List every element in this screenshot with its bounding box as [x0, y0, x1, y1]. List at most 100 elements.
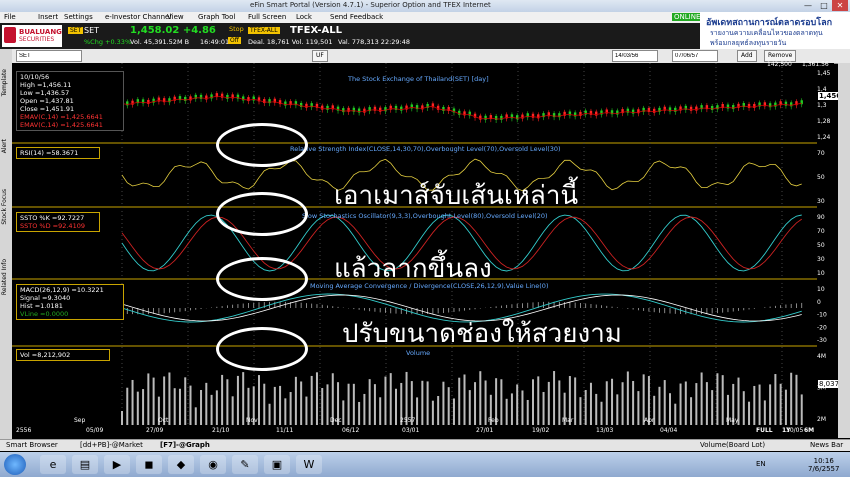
word-icon[interactable]: W	[296, 455, 322, 474]
ie-icon[interactable]: e	[40, 455, 66, 474]
y-tick-label: 30	[817, 256, 825, 263]
volume-bar	[126, 387, 129, 425]
off-badge: Off	[228, 37, 241, 44]
volume-bar	[716, 373, 719, 425]
volume-bar	[705, 382, 708, 425]
volume-bar	[426, 381, 429, 425]
volume-bar	[342, 400, 345, 425]
media-icon[interactable]: ▶	[104, 455, 130, 474]
volume-bar	[542, 391, 545, 425]
volume-bar	[637, 391, 640, 425]
volume-bar	[147, 373, 150, 425]
volume-bar	[215, 390, 218, 425]
volume-bar	[431, 400, 434, 425]
volume-bar	[474, 382, 477, 425]
menu-settings[interactable]: Settings	[64, 13, 93, 21]
volume-bar	[142, 389, 145, 425]
news-bar-toggle[interactable]: News Bar	[810, 441, 843, 449]
y-tick-label: 1,24	[817, 134, 831, 141]
deal-info: Deal. 18,761 Vol. 119,501	[248, 38, 333, 46]
volume-bar	[152, 377, 155, 425]
menu-file[interactable]: File	[4, 13, 16, 21]
volume-bar	[294, 376, 297, 425]
volume-bar	[384, 376, 387, 425]
uf-button[interactable]: UF	[312, 50, 328, 62]
volume-bar	[136, 391, 139, 425]
volume-bar	[684, 381, 687, 425]
volume-bar	[790, 372, 793, 425]
menu-e-investor[interactable]: e-Investor Channel	[105, 13, 171, 21]
volume-bar	[658, 386, 661, 425]
volume-bar	[321, 388, 324, 425]
volume-bar	[758, 384, 761, 425]
chrome-icon[interactable]: ◉	[200, 455, 226, 474]
overlay-line-3: ปรับขนาดช่องให้สวยงาม	[342, 319, 622, 349]
volume-bar	[600, 401, 603, 425]
set-badge[interactable]: SET	[68, 27, 84, 34]
menu-send-feedback[interactable]: Send Feedback	[330, 13, 383, 21]
side-tab-related-info[interactable]: Related Info	[1, 259, 11, 295]
menu-graph-tool[interactable]: Graph Tool	[198, 13, 235, 21]
highlight-circle-ssto	[216, 192, 308, 236]
volume-bar	[584, 389, 587, 425]
volume-bar	[379, 397, 382, 425]
volume-bar	[748, 401, 751, 425]
menu-view[interactable]: View	[167, 13, 184, 21]
maximize-button[interactable]: □	[816, 0, 832, 11]
volume-bar	[389, 373, 392, 425]
side-tab-alert[interactable]: Alert	[1, 139, 11, 153]
volume-bar	[589, 382, 592, 425]
volume-bar	[621, 382, 624, 425]
menu-insert[interactable]: Insert	[38, 13, 58, 21]
line-icon[interactable]: ◼	[136, 455, 162, 474]
ad-banner[interactable]: อัพเดทสถานการณ์ตลาดรอบโลก รายงานความเคลื…	[700, 12, 850, 49]
start-button[interactable]	[4, 454, 26, 475]
period-1y[interactable]: 1Y	[782, 427, 791, 434]
tab-smart-browser[interactable]: Smart Browser	[6, 441, 58, 449]
chart-area[interactable]: 1,45 1,4 1,3 1,28 1,24 70 50 30 90 70 50 30 10 10 0 -10…	[12, 61, 843, 438]
volume-infobox: Vol =8,212,902	[16, 349, 110, 361]
volume-bar	[479, 371, 482, 425]
period-full[interactable]: FULL	[756, 427, 773, 434]
y-tick-label: -30	[817, 337, 827, 344]
date-to-input[interactable]	[672, 50, 718, 62]
tfex-badge[interactable]: TFEX-ALL	[248, 27, 280, 34]
price-infobox: 10/10/56 High =1,456.11 Low =1,436.57 Op…	[16, 71, 124, 131]
volume-bar	[611, 378, 614, 425]
side-tab-template[interactable]: Template	[1, 69, 11, 96]
period-6m[interactable]: 6M	[804, 427, 814, 434]
volume-bar	[226, 379, 229, 425]
volume-bar	[416, 397, 419, 425]
photos-icon[interactable]: ▣	[264, 455, 290, 474]
paint-icon[interactable]: ✎	[232, 455, 258, 474]
timeline-bar[interactable]: 2556 05/09 Sep 27/09 Oct 21/10 11/11 Nov…	[12, 417, 838, 438]
language-indicator[interactable]: EN	[756, 460, 766, 468]
volume-mode[interactable]: Volume(Board Lot)	[700, 441, 765, 449]
tab-graph[interactable]: [F7]-@Graph	[160, 441, 210, 449]
y-tick-label: 70	[817, 150, 825, 157]
volume-bar	[284, 398, 287, 425]
date-from-input[interactable]	[612, 50, 658, 62]
volume-bar	[300, 381, 303, 425]
tab-market[interactable]: [dd+PB]-@Market	[80, 441, 143, 449]
add-button[interactable]: Add	[737, 50, 757, 62]
menu-full-screen[interactable]: Full Screen	[248, 13, 286, 21]
volume-bar	[189, 385, 192, 425]
app-icon[interactable]: ◆	[168, 455, 194, 474]
system-clock[interactable]: 10:16 7/6/2557	[808, 457, 839, 473]
symbol-input[interactable]	[16, 50, 82, 62]
price-pane-title: The Stock Exchange of Thailand(SET) [day…	[348, 75, 489, 83]
vertical-scrollbar[interactable]	[838, 63, 850, 438]
volume-bar	[315, 372, 318, 425]
volume-bar	[279, 385, 282, 425]
folder-icon[interactable]: ▤	[72, 455, 98, 474]
highlight-circle-macd	[216, 257, 308, 301]
y-tick-label: 30	[817, 198, 825, 205]
set-volume: Vol. 45,391.52M B	[130, 38, 190, 46]
minimize-button[interactable]: —	[800, 0, 816, 11]
menu-lock[interactable]: Lock	[296, 13, 312, 21]
side-tab-stock-focus[interactable]: Stock Focus	[1, 189, 11, 225]
set-time: 16:49:01	[200, 38, 230, 46]
close-button[interactable]: ✕	[832, 0, 848, 11]
volume-bar	[579, 397, 582, 425]
